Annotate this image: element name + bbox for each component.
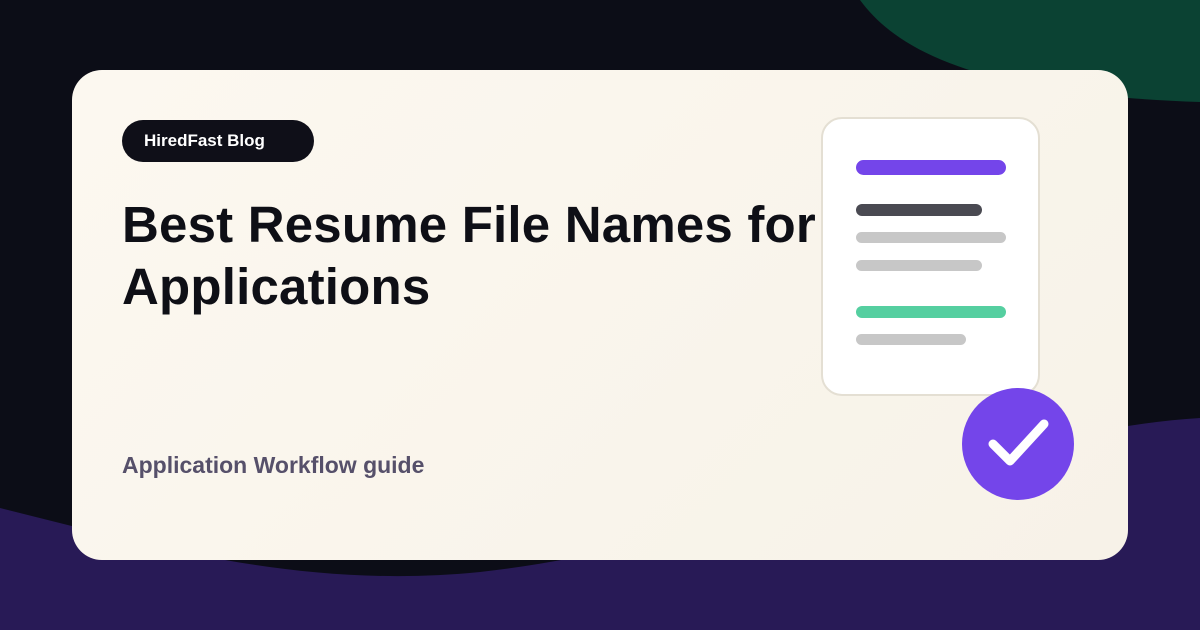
resume-document-icon xyxy=(821,117,1040,396)
article-subtitle: Application Workflow guide xyxy=(122,452,425,478)
checkmark-icon xyxy=(962,388,1074,500)
document-subheader-line xyxy=(856,204,982,216)
document-header-line xyxy=(856,160,1006,175)
document-text-line xyxy=(856,260,982,271)
document-highlight-line xyxy=(856,306,1006,318)
article-title: Best Resume File Names for Applications xyxy=(122,196,816,315)
blog-badge: HiredFast Blog xyxy=(122,120,314,162)
document-text-line xyxy=(856,232,1006,243)
document-text-line xyxy=(856,334,966,345)
